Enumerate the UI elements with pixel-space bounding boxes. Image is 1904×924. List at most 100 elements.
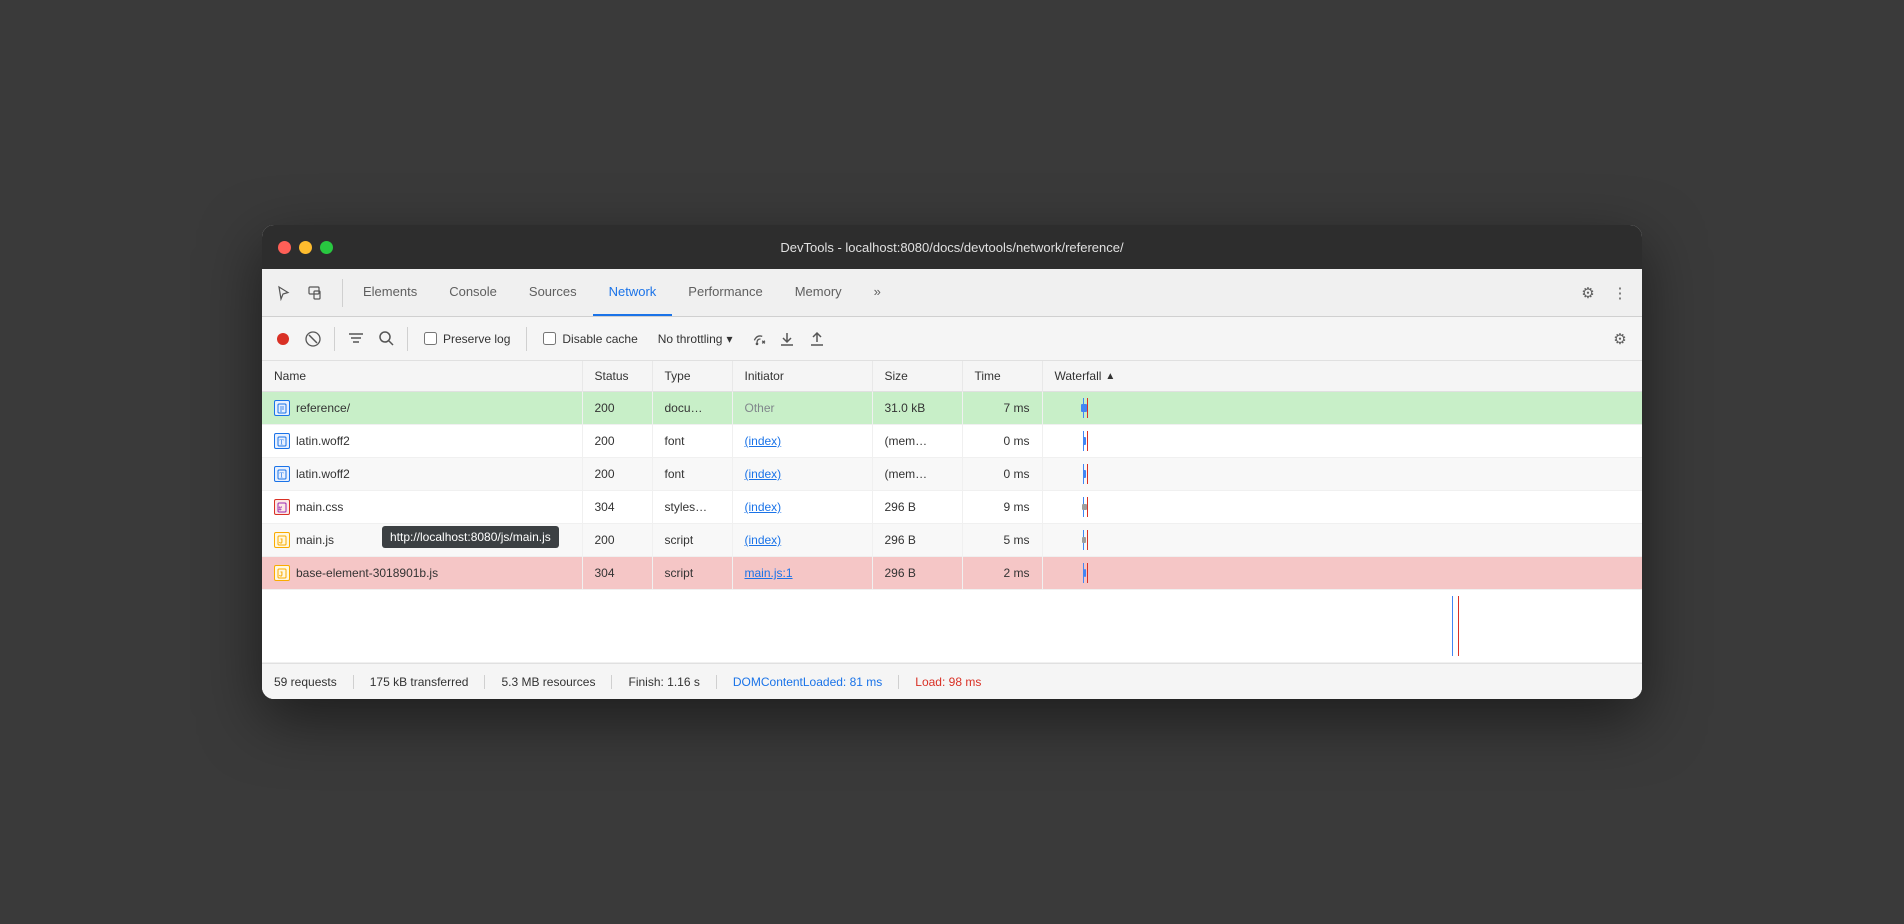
tab-console[interactable]: Console <box>433 269 513 316</box>
col-header-size[interactable]: Size <box>872 361 962 392</box>
tab-more[interactable]: » <box>858 269 897 316</box>
cell-time: 7 ms <box>962 392 1042 425</box>
cell-time: 0 ms <box>962 425 1042 458</box>
cell-waterfall <box>1042 392 1642 425</box>
css-icon: # <box>274 499 290 515</box>
col-header-initiator[interactable]: Initiator <box>732 361 872 392</box>
filter-button[interactable] <box>343 326 369 352</box>
network-toolbar: Preserve log Disable cache No throttling… <box>262 317 1642 361</box>
cell-size: 296 B <box>872 491 962 524</box>
close-button[interactable] <box>278 241 291 254</box>
font-icon: T <box>274 466 290 482</box>
cell-type: script <box>652 557 732 590</box>
row-name-text: base-element-3018901b.js <box>296 566 438 580</box>
maximize-button[interactable] <box>320 241 333 254</box>
cell-waterfall <box>1042 557 1642 590</box>
devtools-settings-icon[interactable]: ⚙ <box>1574 279 1602 307</box>
tab-performance[interactable]: Performance <box>672 269 778 316</box>
disable-cache-label[interactable]: Disable cache <box>535 332 645 346</box>
svg-text:J: J <box>279 571 283 578</box>
disable-cache-text: Disable cache <box>562 332 637 346</box>
cell-time: 9 ms <box>962 491 1042 524</box>
network-table: Name Status Type Initiator Size Time Wat… <box>262 361 1642 663</box>
import-har-icon[interactable] <box>774 326 800 352</box>
table-row[interactable]: # main.css 304 styles… (index) 296 B 9 m… <box>262 491 1642 524</box>
cell-initiator[interactable]: (index) <box>732 491 872 524</box>
cell-initiator[interactable]: (index) <box>732 524 872 557</box>
throttle-select[interactable]: No throttling ▾ <box>650 332 741 346</box>
cell-initiator[interactable]: (index) <box>732 425 872 458</box>
col-header-name[interactable]: Name <box>262 361 582 392</box>
js-icon: J <box>274 532 290 548</box>
cell-status: 200 <box>582 458 652 491</box>
svg-text:T: T <box>280 438 285 446</box>
col-header-type[interactable]: Type <box>652 361 732 392</box>
col-header-status[interactable]: Status <box>582 361 652 392</box>
col-header-waterfall[interactable]: Waterfall ▲ <box>1042 361 1642 392</box>
devtools-body: Elements Console Sources Network Perform… <box>262 269 1642 699</box>
preserve-log-label[interactable]: Preserve log <box>416 332 518 346</box>
tab-sources[interactable]: Sources <box>513 269 593 316</box>
cell-name: J main.js http://localhost:8080/js/main.… <box>262 524 582 557</box>
table-row[interactable]: T latin.woff2 200 font (index) (mem… 0 m… <box>262 425 1642 458</box>
device-toolbar-icon[interactable] <box>302 279 330 307</box>
table-row[interactable]: J main.js http://localhost:8080/js/main.… <box>262 524 1642 557</box>
cursor-icon[interactable] <box>270 279 298 307</box>
toolbar-separator-1 <box>334 327 335 351</box>
record-button[interactable] <box>270 326 296 352</box>
col-header-time[interactable]: Time <box>962 361 1042 392</box>
cell-name: J base-element-3018901b.js <box>262 557 582 590</box>
throttle-arrow-icon: ▾ <box>726 332 732 346</box>
tab-bar-right-icons: ⚙ ⋮ <box>1574 279 1634 307</box>
devtools-window: DevTools - localhost:8080/docs/devtools/… <box>262 225 1642 699</box>
load-time: Load: 98 ms <box>899 675 997 689</box>
waterfall-sort-arrow-icon: ▲ <box>1105 371 1115 382</box>
row-name-text: latin.woff2 <box>296 467 350 481</box>
minimize-button[interactable] <box>299 241 312 254</box>
svg-text:J: J <box>279 538 283 545</box>
table-row[interactable]: J base-element-3018901b.js 304 script ma… <box>262 557 1642 590</box>
table-row[interactable]: reference/ 200 docu… Other 31.0 kB 7 ms <box>262 392 1642 425</box>
cell-initiator[interactable]: main.js:1 <box>732 557 872 590</box>
cell-type: font <box>652 425 732 458</box>
dom-content-loaded: DOMContentLoaded: 81 ms <box>717 675 899 689</box>
cell-name: reference/ <box>262 392 582 425</box>
cell-size: (mem… <box>872 425 962 458</box>
table-body: reference/ 200 docu… Other 31.0 kB 7 ms <box>262 392 1642 663</box>
tab-bar-left-icons <box>270 279 343 307</box>
table-row[interactable]: T latin.woff2 200 font (index) (mem… 0 m… <box>262 458 1642 491</box>
preserve-log-checkbox[interactable] <box>424 332 437 345</box>
tabs: Elements Console Sources Network Perform… <box>347 269 1574 316</box>
tab-memory[interactable]: Memory <box>779 269 858 316</box>
font-icon: T <box>274 433 290 449</box>
cell-status: 200 <box>582 524 652 557</box>
tab-network[interactable]: Network <box>593 269 673 316</box>
wifi-settings-icon[interactable] <box>744 326 770 352</box>
toolbar-right: ⚙ <box>1606 325 1634 353</box>
cell-name: T latin.woff2 <box>262 458 582 491</box>
cell-initiator: Other <box>732 392 872 425</box>
network-settings-icon[interactable]: ⚙ <box>1606 325 1634 353</box>
cell-status: 304 <box>582 557 652 590</box>
cell-status: 304 <box>582 491 652 524</box>
cell-type: font <box>652 458 732 491</box>
requests-count: 59 requests <box>274 675 354 689</box>
empty-cell <box>262 590 1642 663</box>
url-tooltip: http://localhost:8080/js/main.js <box>382 526 559 548</box>
row-name-text: main.js <box>296 533 334 547</box>
cell-size: 296 B <box>872 557 962 590</box>
search-button[interactable] <box>373 326 399 352</box>
disable-cache-checkbox[interactable] <box>543 332 556 345</box>
traffic-lights <box>278 241 333 254</box>
window-title: DevTools - localhost:8080/docs/devtools/… <box>780 240 1123 255</box>
throttle-label: No throttling <box>658 332 723 346</box>
cell-waterfall <box>1042 425 1642 458</box>
export-har-icon[interactable] <box>804 326 830 352</box>
toolbar-separator-2 <box>407 327 408 351</box>
devtools-more-icon[interactable]: ⋮ <box>1606 279 1634 307</box>
tab-elements[interactable]: Elements <box>347 269 433 316</box>
cell-size: 31.0 kB <box>872 392 962 425</box>
cell-name: T latin.woff2 <box>262 425 582 458</box>
clear-button[interactable] <box>300 326 326 352</box>
cell-initiator[interactable]: (index) <box>732 458 872 491</box>
